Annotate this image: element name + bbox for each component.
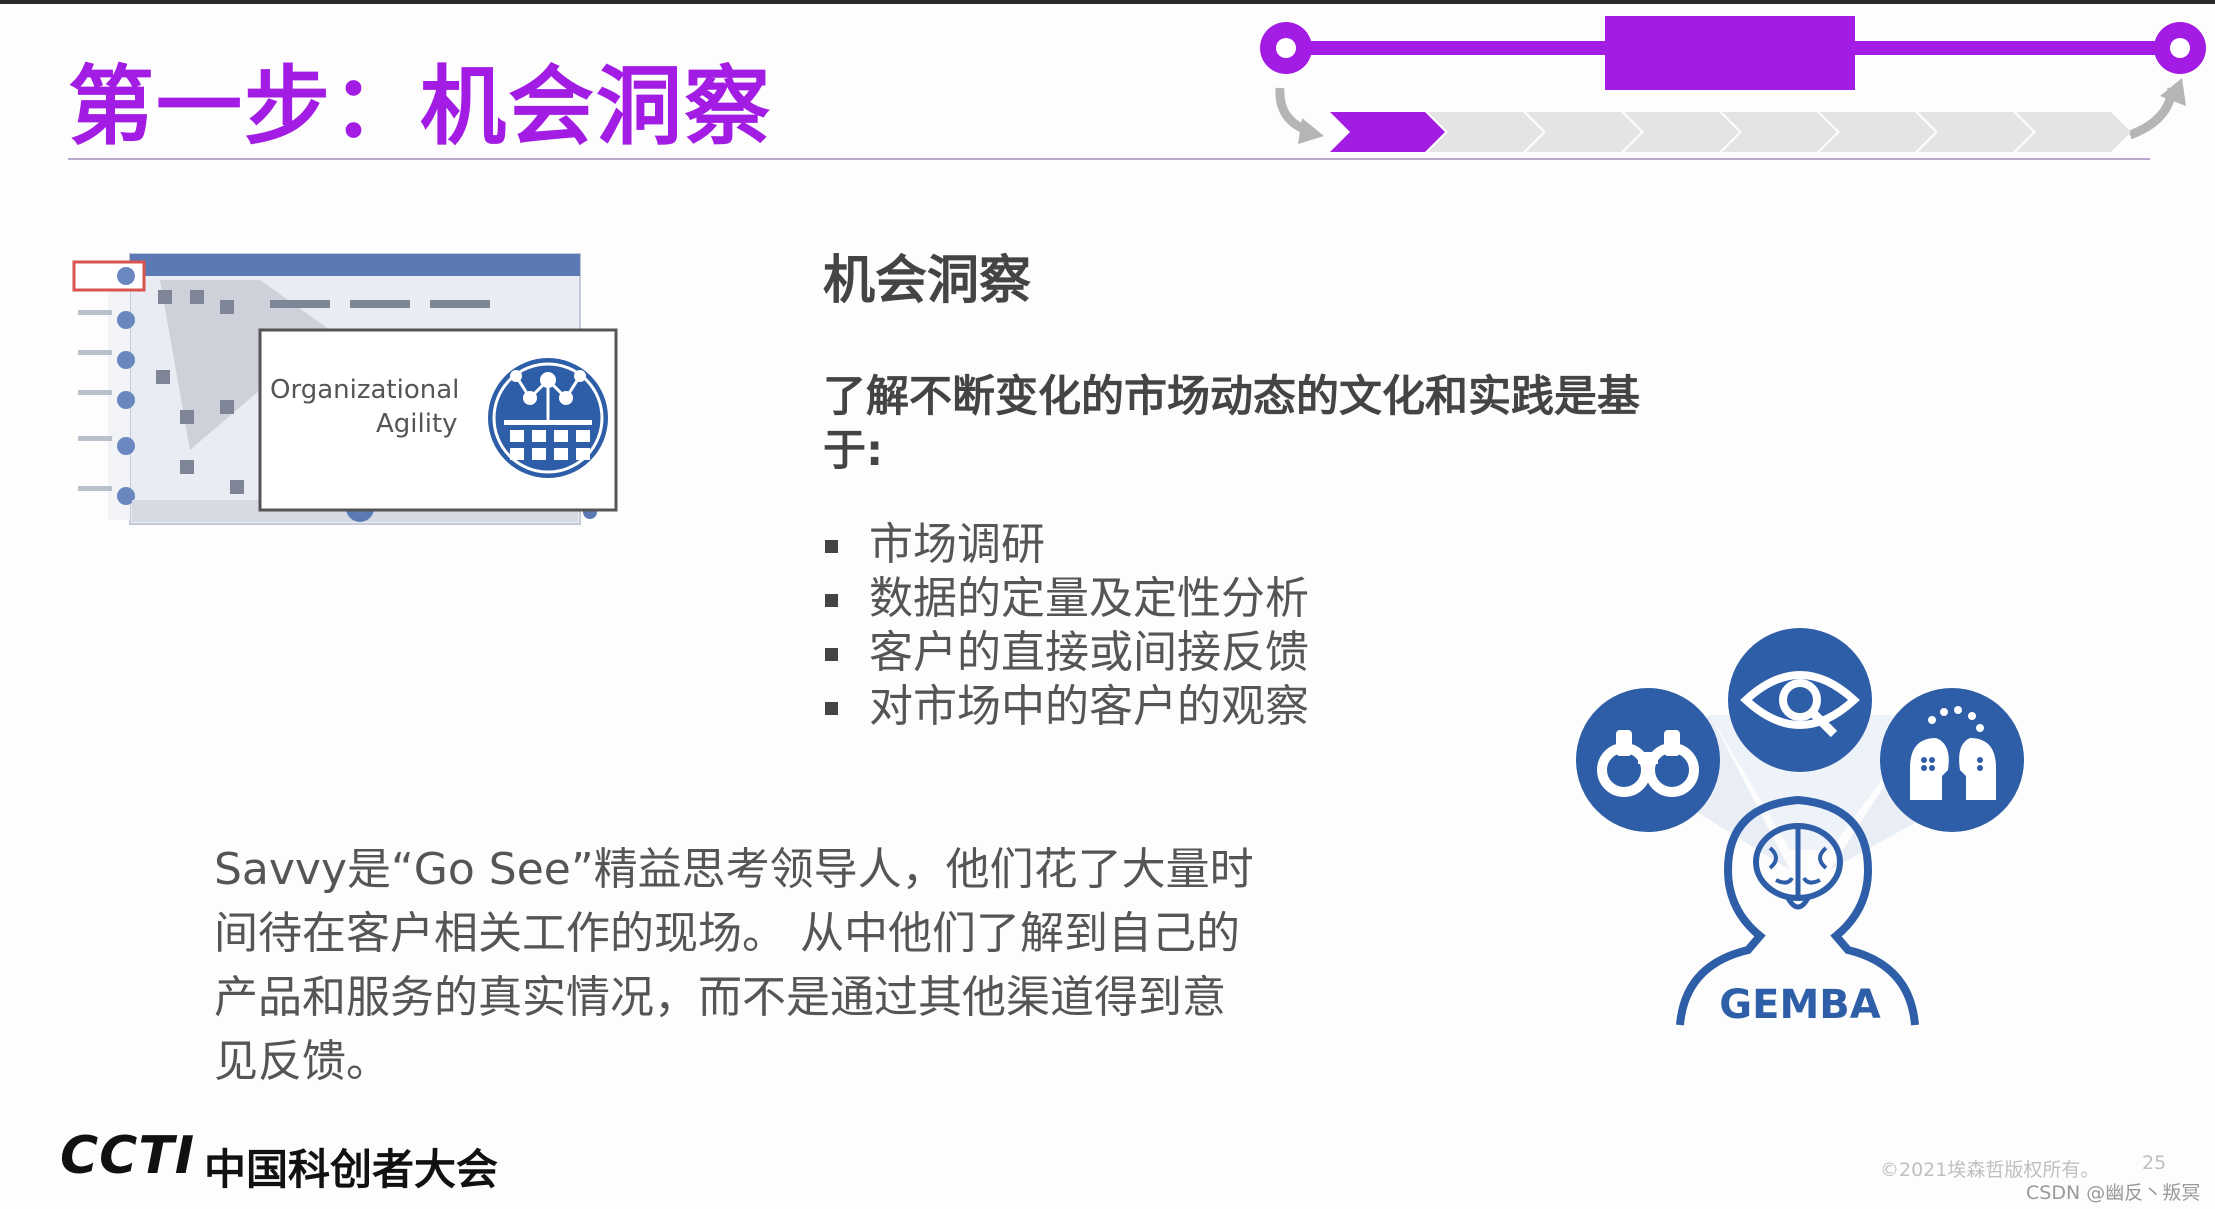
page-number: 25 (2142, 1152, 2167, 1174)
gemba-label: GEMBA (1719, 982, 1880, 1028)
bullet-marker (825, 648, 838, 661)
binoculars-icon (1576, 688, 1720, 832)
ccti-logo: CCTI (60, 1126, 196, 1186)
thumbnail-caption-line2: Agility (376, 409, 458, 439)
footer-org-name: 中国科创者大会 (204, 1145, 499, 1194)
bullet-marker (825, 540, 838, 553)
progress-chevrons (1330, 112, 2131, 152)
list-item: 对市场中的客户的观察 (823, 680, 1309, 734)
org-network-icon (488, 358, 608, 478)
eye-search-icon (1728, 628, 1872, 772)
list-item: 数据的定量及定性分析 (823, 572, 1309, 626)
progress-indicator (1260, 16, 2206, 152)
intro-text: 了解不断变化的市场动态的文化和实践是基于: (823, 372, 1640, 476)
savvy-paragraph: Savvy是“Go See”精益思考领导人，他们花了大量时间待在客户相关工作的现… (214, 844, 1254, 1087)
title-divider (68, 158, 2150, 160)
list-item: 客户的直接或间接反馈 (823, 626, 1309, 680)
people-thinking-icon (1880, 688, 2024, 832)
top-edge (0, 0, 2215, 4)
framework-thumbnail: Organizational Agility (70, 250, 626, 540)
csdn-watermark: CSDN @幽反丶叛冥 (2026, 1182, 2201, 1204)
section-heading: 机会洞察 (823, 251, 1032, 311)
thumbnail-caption-line1: Organizational (270, 375, 459, 405)
slide: 第一步：机会洞察 Organizational Agility 机会洞察 了解不… (0, 0, 2215, 1209)
bullet-marker (825, 594, 838, 607)
slide-title: 第一步：机会洞察 (68, 57, 772, 157)
list-item: 市场调研 (823, 518, 1309, 572)
progress-current-block (1605, 16, 1855, 90)
bullet-marker (825, 702, 838, 715)
bullet-list: 市场调研 数据的定量及定性分析 客户的直接或间接反馈 对市场中的客户的观察 (823, 518, 1309, 734)
gemba-illustration: GEMBA (1576, 628, 2024, 1028)
